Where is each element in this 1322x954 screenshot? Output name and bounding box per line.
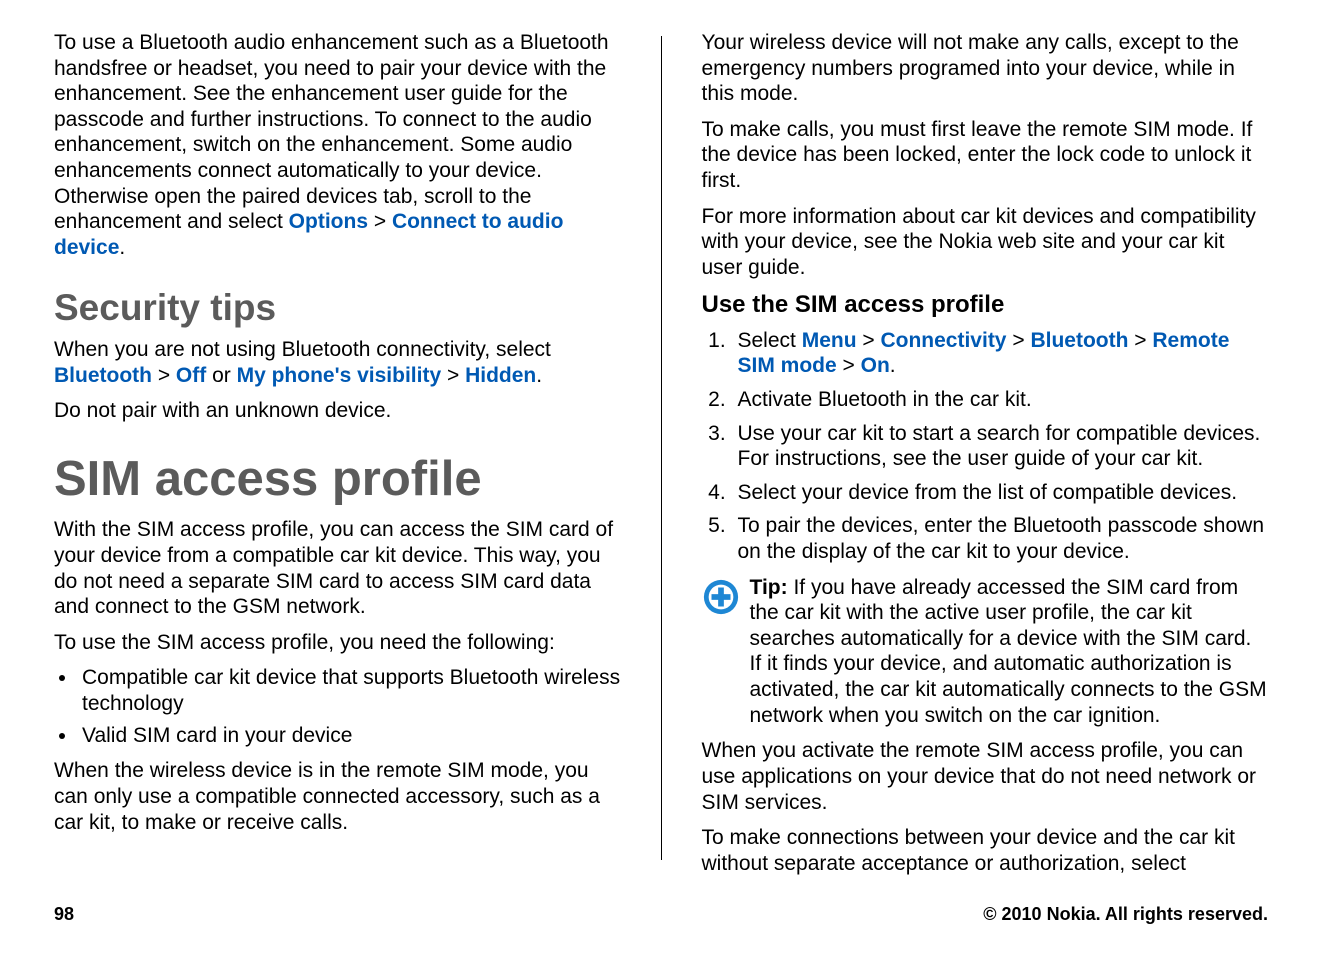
tip-body: If you have already accessed the SIM car…	[750, 576, 1267, 727]
separator: >	[1128, 329, 1152, 352]
list-item: Valid SIM card in your device	[78, 723, 621, 749]
list-item: Select Menu > Connectivity > Bluetooth >…	[732, 328, 1269, 379]
bluetooth-link[interactable]: Bluetooth	[54, 364, 152, 387]
separator: >	[152, 364, 176, 387]
security-tips-heading: Security tips	[54, 288, 621, 329]
tip-label: Tip:	[750, 576, 794, 599]
list-item: Activate Bluetooth in the car kit.	[732, 387, 1269, 413]
page-number: 98	[54, 904, 74, 926]
my-phones-visibility-link[interactable]: My phone's visibility	[237, 364, 442, 387]
copyright-text: © 2010 Nokia. All rights reserved.	[983, 904, 1268, 926]
requirements-list: Compatible car kit device that supports …	[54, 665, 621, 748]
document-page: To use a Bluetooth audio enhancement suc…	[0, 0, 1322, 954]
separator: >	[441, 364, 465, 387]
separator: >	[1007, 329, 1031, 352]
text: .	[890, 354, 896, 377]
left-column: To use a Bluetooth audio enhancement suc…	[54, 30, 621, 878]
list-item: Use your car kit to start a search for c…	[732, 421, 1269, 472]
list-item: To pair the devices, enter the Bluetooth…	[732, 513, 1269, 564]
security-when-not-using: When you are not using Bluetooth connect…	[54, 337, 621, 388]
separator: >	[368, 210, 392, 233]
leave-remote-sim-paragraph: To make calls, you must first leave the …	[702, 117, 1269, 194]
options-link[interactable]: Options	[289, 210, 368, 233]
text: When you are not using Bluetooth connect…	[54, 338, 551, 361]
tip-text: Tip: If you have already accessed the SI…	[750, 575, 1269, 729]
tip-plus-icon	[702, 578, 740, 616]
hidden-link[interactable]: Hidden	[465, 364, 536, 387]
carkit-connections-paragraph: To make connections between your device …	[702, 825, 1269, 876]
bluetooth-link[interactable]: Bluetooth	[1030, 329, 1128, 352]
do-not-pair-paragraph: Do not pair with an unknown device.	[54, 398, 621, 424]
sim-profile-intro: With the SIM access profile, you can acc…	[54, 517, 621, 619]
column-divider	[661, 36, 662, 860]
no-calls-paragraph: Your wireless device will not make any c…	[702, 30, 1269, 107]
sim-profile-requirements-intro: To use the SIM access profile, you need …	[54, 630, 621, 656]
more-info-paragraph: For more information about car kit devic…	[702, 204, 1269, 281]
separator: >	[837, 354, 861, 377]
off-link[interactable]: Off	[176, 364, 206, 387]
text: To use a Bluetooth audio enhancement suc…	[54, 31, 609, 233]
connectivity-link[interactable]: Connectivity	[880, 329, 1006, 352]
activate-remote-sim-paragraph: When you activate the remote SIM access …	[702, 738, 1269, 815]
list-item: Select your device from the list of comp…	[732, 480, 1269, 506]
bt-enhancement-paragraph: To use a Bluetooth audio enhancement suc…	[54, 30, 621, 260]
list-item: Compatible car kit device that supports …	[78, 665, 621, 716]
columns-wrapper: To use a Bluetooth audio enhancement suc…	[54, 30, 1268, 878]
use-sim-steps: Select Menu > Connectivity > Bluetooth >…	[702, 328, 1269, 565]
separator: >	[857, 329, 881, 352]
use-sim-profile-heading: Use the SIM access profile	[702, 290, 1269, 319]
on-link[interactable]: On	[861, 354, 890, 377]
remote-sim-mode-note: When the wireless device is in the remot…	[54, 758, 621, 835]
right-column: Your wireless device will not make any c…	[702, 30, 1269, 878]
tip-block: Tip: If you have already accessed the SI…	[702, 575, 1269, 729]
menu-link[interactable]: Menu	[802, 329, 857, 352]
text: Select	[738, 329, 802, 352]
page-footer: 98 © 2010 Nokia. All rights reserved.	[54, 878, 1268, 926]
text: .	[536, 364, 542, 387]
text: or	[206, 364, 236, 387]
sim-access-profile-heading: SIM access profile	[54, 454, 621, 505]
text: .	[119, 236, 125, 259]
